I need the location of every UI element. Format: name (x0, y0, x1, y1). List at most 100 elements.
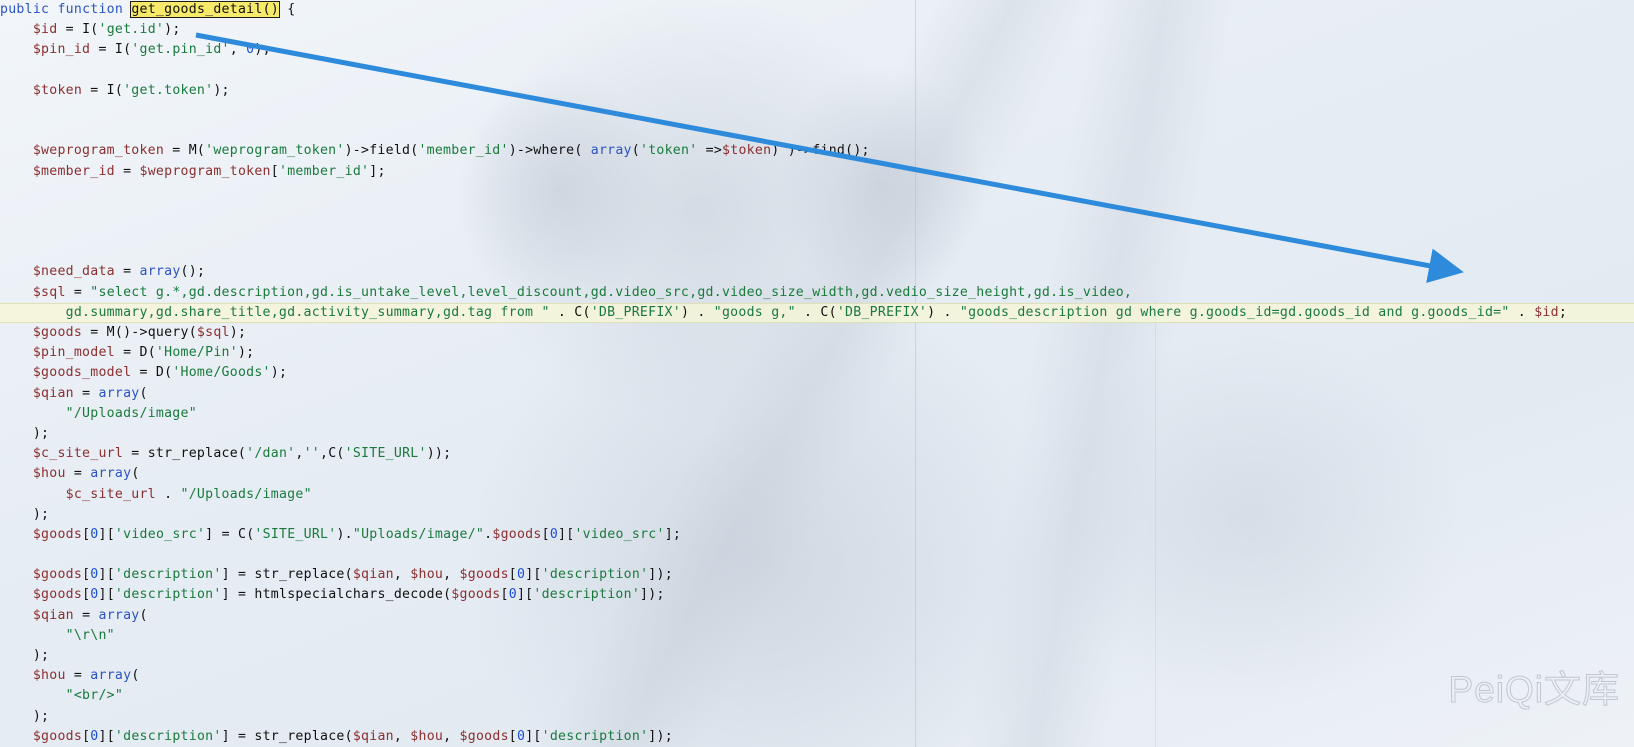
code-token: $sql (196, 325, 230, 340)
code-token: = I( (57, 22, 99, 38)
code-line[interactable]: $goods[0]['description'] = htmlspecialch… (0, 585, 1634, 605)
code-line[interactable]: $c_site_url . "/Uploads/image" (0, 485, 1634, 505)
code-token: $qian (352, 567, 394, 583)
code-token: $qian (352, 728, 394, 744)
code-token: ); (229, 325, 247, 340)
code-token: 0 (90, 728, 99, 744)
code-token: = M( (164, 143, 206, 159)
code-token: 0 (90, 526, 99, 542)
code-token: ,C( (320, 446, 345, 462)
code-token: = (73, 385, 99, 401)
code-token: ][ (525, 567, 542, 583)
code-token: $goods (451, 587, 501, 603)
code-token: ] = str_replace( (221, 567, 353, 583)
code-line[interactable]: $id = I('get.id'); (0, 20, 1634, 40)
code-line[interactable]: $goods_model = D('Home/Goods'); (0, 363, 1634, 383)
code-token: 'video_src' (574, 526, 665, 542)
code-token: 'weprogram_token' (205, 143, 345, 159)
code-line[interactable] (0, 61, 1634, 81)
code-line[interactable]: $pin_id = I('get.pin_id', 0); (0, 40, 1634, 60)
code-token: $hou (410, 567, 444, 583)
code-line[interactable]: ); (0, 646, 1634, 666)
code-token: 'description' (541, 728, 649, 744)
code-token: '/dan' (246, 446, 296, 462)
code-token: = M()->query( (82, 325, 197, 340)
code-line[interactable] (0, 182, 1634, 202)
code-line[interactable]: $hou = array( (0, 464, 1634, 484)
code-token: = (65, 668, 91, 684)
code-token: $goods (492, 526, 542, 542)
code-line[interactable]: ); (0, 424, 1634, 444)
code-line[interactable]: $pin_model = D('Home/Pin'); (0, 343, 1634, 363)
code-token: ][ (98, 526, 115, 542)
code-token: ) . (680, 304, 714, 320)
code-token: ( (139, 385, 148, 401)
code-token: , (393, 567, 411, 583)
code-token: , (393, 728, 411, 744)
code-token: "/Uploads/image" (180, 486, 312, 502)
code-line[interactable]: ); (0, 505, 1634, 525)
code-line[interactable]: $goods = M()->query($sql); (0, 323, 1634, 343)
code-token: $goods (32, 567, 83, 583)
code-token: ; (1558, 304, 1568, 320)
code-token: array (590, 143, 632, 159)
code-token: 'Home/Pin' (155, 345, 238, 361)
code-line[interactable]: "<br/>" (0, 686, 1634, 706)
code-editor-content[interactable]: public function get_goods_detail() { $id… (0, 0, 1634, 747)
code-line[interactable]: "\r\n" (0, 626, 1634, 646)
code-line[interactable]: ); (0, 707, 1634, 727)
code-token: array (90, 466, 132, 482)
code-token: $weprogram_token (139, 163, 271, 179)
code-token: ); (32, 425, 50, 441)
code-line[interactable]: gd.summary,gd.share_title,gd.activity_su… (0, 302, 1634, 323)
code-token: ] = htmlspecialchars_decode( (221, 587, 452, 603)
code-token: [ (508, 567, 517, 583)
code-token: 0 (90, 567, 99, 583)
code-token: "goods g," (713, 304, 796, 320)
code-line[interactable]: $weprogram_token = M('weprogram_token')-… (0, 141, 1634, 161)
code-line[interactable] (0, 121, 1634, 141)
code-token: $c_site_url (32, 446, 124, 462)
code-token: $id (32, 22, 58, 38)
code-line[interactable]: $token = I('get.token'); (0, 81, 1634, 101)
code-token: 0 (90, 587, 99, 603)
code-line[interactable]: $goods[0]['description'] = str_replace($… (0, 727, 1634, 747)
code-token: . (1509, 304, 1535, 320)
code-token: ) )->find(); (771, 143, 870, 159)
code-token: ][ (558, 526, 575, 542)
code-token: [ (270, 163, 279, 179)
code-line[interactable]: $need_data = array(); (0, 262, 1634, 282)
code-line[interactable]: $goods[0]['description'] = str_replace($… (0, 565, 1634, 585)
code-token: 'description' (533, 587, 641, 603)
code-line[interactable] (0, 202, 1634, 222)
code-line[interactable]: "/Uploads/image" (0, 404, 1634, 424)
code-line[interactable] (0, 242, 1634, 262)
code-token: "select g.*,gd.description,gd.is_untake_… (90, 284, 1133, 300)
code-line[interactable] (0, 222, 1634, 242)
code-line[interactable]: $goods[0]['video_src'] = C('SITE_URL')."… (0, 525, 1634, 545)
code-line[interactable]: $qian = array( (0, 384, 1634, 404)
code-token: $goods (32, 325, 83, 340)
code-token: 0 (508, 587, 517, 603)
code-line[interactable]: $qian = array( (0, 606, 1634, 626)
code-token: = I( (90, 42, 132, 58)
code-line[interactable] (0, 545, 1634, 565)
code-token: 'description' (114, 728, 222, 744)
code-line[interactable]: $sql = "select g.*,gd.description,gd.is_… (0, 283, 1634, 303)
code-token: 'member_id' (278, 163, 370, 179)
code-token: $pin_model (32, 345, 115, 361)
code-line[interactable]: $c_site_url = str_replace('/dan','',C('S… (0, 444, 1634, 464)
code-line[interactable]: public function get_goods_detail() { (0, 0, 1634, 20)
code-token: ] = C( (205, 526, 255, 542)
code-line[interactable]: $member_id = $weprogram_token['member_id… (0, 162, 1634, 182)
code-line[interactable] (0, 101, 1634, 121)
highlighted-symbol: get_goods_detail() (130, 1, 280, 18)
code-line[interactable]: $hou = array( (0, 666, 1634, 686)
